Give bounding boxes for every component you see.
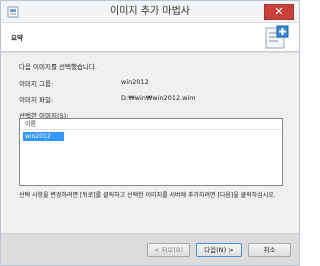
list-item[interactable]: win2012 [23,132,64,141]
content-area: 다음 이미지를 선택했습니다. 이미지 그룹: win2012 이미지 파일: … [1,53,299,233]
instruction-text: 선택 사항을 변경하려면 [뒤로]를 클릭하고 선택한 이미지를 서버에 추가하… [19,192,276,199]
intro-text: 다음 이미지를 선택했습니다. [19,63,97,71]
image-file-label: 이미지 파일: [19,96,54,104]
close-button[interactable]: ✕ [264,4,294,20]
add-image-wizard-icon [265,25,289,49]
cancel-button[interactable]: 취소 [248,243,291,257]
next-button[interactable]: 다음(N) > [196,243,242,257]
wizard-header: 요약 [1,23,299,52]
page-title: 요약 [11,34,23,42]
wizard-window: 이미지 추가 마법사 ✕ 요약 다음 이미지를 선택했습니다. 이미지 그룹: … [0,0,300,266]
divider [1,233,299,234]
title-bar[interactable]: 이미지 추가 마법사 ✕ [1,1,299,23]
column-header-name[interactable]: 이름 [21,120,281,130]
image-group-label: 이미지 그룹: [19,80,54,88]
window-title: 이미지 추가 마법사 [110,6,190,17]
image-group-value: win2012 [121,78,149,86]
image-file-value: D:₩win₩win2012.wim [121,94,196,102]
selected-images-list[interactable]: 이름 win2012 [19,118,283,186]
back-button[interactable]: < 뒤로(B) [147,243,190,257]
